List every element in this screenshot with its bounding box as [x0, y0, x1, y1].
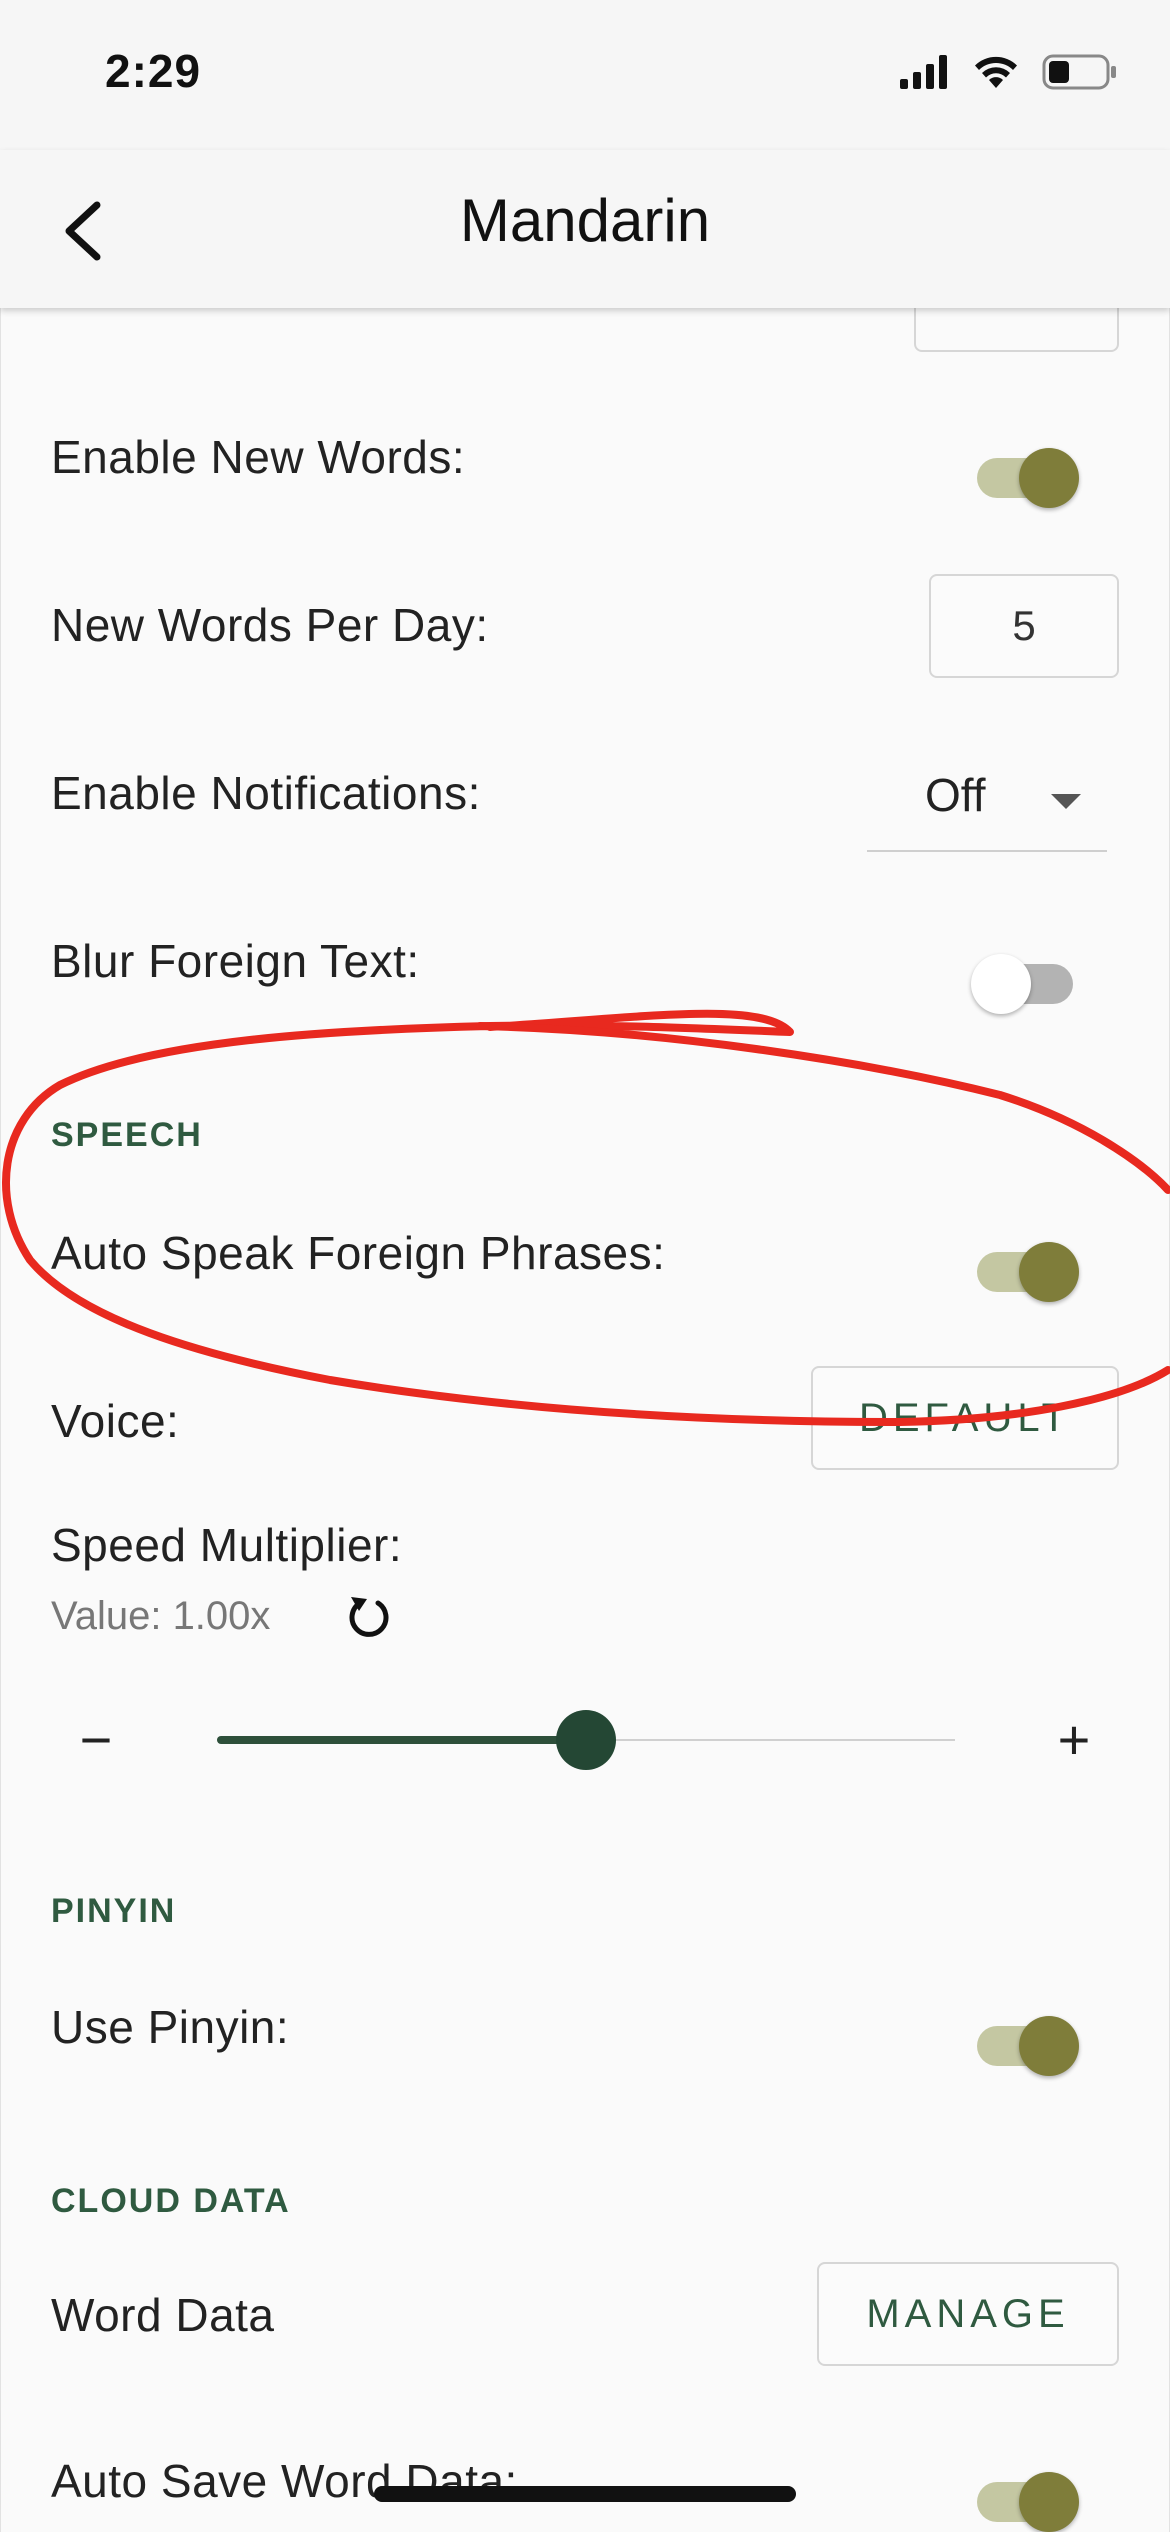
use-pinyin-label: Use Pinyin:: [51, 2001, 290, 2053]
reset-arrow-icon: [349, 1597, 389, 1637]
status-bar: 2:29: [0, 0, 1170, 150]
auto-speak-toggle[interactable]: [977, 1242, 1079, 1302]
nav-bar: Mandarin: [0, 150, 1170, 308]
enable-new-words-toggle[interactable]: [977, 448, 1079, 508]
status-time: 2:29: [105, 45, 202, 97]
speed-decrease-button[interactable]: −: [71, 1708, 121, 1771]
cloud-data-section-header: CLOUD DATA: [51, 2182, 291, 2220]
auto-speak-label: Auto Speak Foreign Phrases:: [51, 1227, 666, 1279]
speed-multiplier-label: Speed Multiplier:: [51, 1519, 403, 1571]
new-words-per-day-label: New Words Per Day:: [51, 599, 489, 651]
speed-value-text: Value: 1.00x: [51, 1594, 271, 1638]
settings-list[interactable]: Enable New Words: New Words Per Day: 5 E…: [0, 308, 1170, 2532]
new-words-per-day-input[interactable]: 5: [929, 574, 1119, 678]
reset-icon[interactable]: [341, 1590, 397, 1646]
use-pinyin-toggle[interactable]: [977, 2016, 1079, 2076]
page-title: Mandarin: [459, 187, 711, 254]
speech-section-header: SPEECH: [51, 1116, 203, 1154]
blur-foreign-text-toggle[interactable]: [971, 954, 1073, 1014]
toggle-knob: [1019, 2472, 1079, 2532]
blur-foreign-text-label: Blur Foreign Text:: [51, 935, 420, 987]
caret-down-icon: [1051, 794, 1081, 809]
partial-input-box[interactable]: [914, 308, 1119, 352]
voice-button[interactable]: DEFAULT: [811, 1366, 1119, 1470]
toggle-knob: [1019, 1242, 1079, 1302]
wifi-icon: [975, 56, 1017, 88]
dropdown-value: Off: [925, 769, 986, 821]
auto-save-toggle[interactable]: [977, 2472, 1079, 2532]
voice-label: Voice:: [51, 1395, 180, 1447]
slider-fill: [217, 1736, 586, 1744]
status-icons: [900, 54, 1118, 90]
enable-notifications-label: Enable Notifications:: [51, 767, 481, 819]
home-indicator: [374, 2486, 796, 2502]
toggle-knob: [971, 954, 1031, 1014]
toggle-knob: [1019, 2016, 1079, 2076]
word-data-label: Word Data: [51, 2289, 275, 2341]
slider-thumb[interactable]: [556, 1710, 616, 1770]
battery-icon: [1042, 54, 1116, 90]
speed-slider[interactable]: [217, 1710, 955, 1770]
toggle-knob: [1019, 448, 1079, 508]
notifications-dropdown[interactable]: Off: [867, 760, 1107, 852]
pinyin-section-header: PINYIN: [51, 1892, 177, 1930]
manage-button[interactable]: MANAGE: [817, 2262, 1119, 2366]
cellular-signal-icon: [900, 55, 947, 89]
enable-new-words-label: Enable New Words:: [51, 431, 466, 483]
speed-increase-button[interactable]: +: [1049, 1708, 1099, 1771]
